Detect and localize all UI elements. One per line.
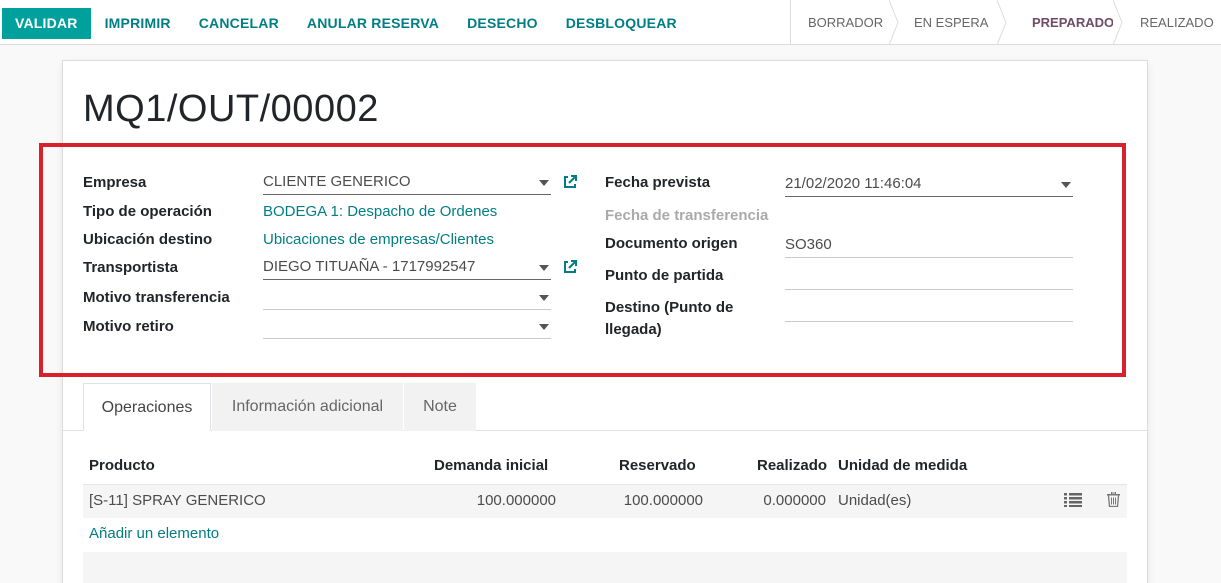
cell-unidad-medida: Unidad(es) [838,492,912,509]
record-title: MQ1/OUT/00002 [83,88,379,130]
tab-informacion-adicional[interactable]: Información adicional [212,383,403,431]
validar-button[interactable]: VALIDAR [2,8,91,39]
tab-operaciones[interactable]: Operaciones [83,383,211,431]
anular-reserva-button[interactable]: ANULAR RESERVA [293,8,453,39]
imprimir-button[interactable]: IMPRIMIR [91,8,185,39]
column-header-producto[interactable]: Producto [89,457,155,474]
list-detail-icon[interactable] [1064,493,1082,507]
chevron-right-icon [889,0,899,45]
add-line-link[interactable]: Añadir un elemento [89,525,219,542]
trash-icon[interactable] [1107,492,1120,507]
stage-borrador[interactable]: BORRADOR [790,0,899,45]
column-header-reservado[interactable]: Reservado [619,457,696,474]
stage-en-espera[interactable]: EN ESPERA [898,0,1007,45]
tab-note[interactable]: Note [404,383,476,431]
stage-label: EN ESPERA [914,15,989,30]
status-bar: BORRADOR EN ESPERA PREPARADO REALIZADO [790,0,1221,45]
cell-realizado: 0.000000 [763,492,826,509]
stage-label: REALIZADO [1140,15,1214,30]
desbloquear-button[interactable]: DESBLOQUEAR [552,8,691,39]
chevron-right-icon [997,0,1007,45]
column-header-realizado[interactable]: Realizado [757,457,827,474]
highlight-box [39,143,1126,377]
desecho-button[interactable]: DESECHO [453,8,552,39]
cancelar-button[interactable]: CANCELAR [185,8,293,39]
action-buttons: VALIDAR IMPRIMIR CANCELAR ANULAR RESERVA… [2,8,691,39]
stage-label: PREPARADO [1032,15,1115,30]
column-header-demanda-inicial[interactable]: Demanda inicial [434,457,548,474]
column-header-unidad-medida[interactable]: Unidad de medida [838,457,967,474]
control-bar: VALIDAR IMPRIMIR CANCELAR ANULAR RESERVA… [0,0,1221,45]
stage-label: BORRADOR [808,15,884,30]
stage-realizado[interactable]: REALIZADO [1122,0,1221,45]
cell-demanda-inicial: 100.000000 [476,492,556,509]
chevron-right-icon [1113,0,1123,45]
table-footer [83,552,1127,583]
cell-producto: [S-11] SPRAY GENERICO [89,492,266,509]
stage-preparado[interactable]: PREPARADO [1006,0,1123,45]
cell-reservado: 100.000000 [623,492,703,509]
